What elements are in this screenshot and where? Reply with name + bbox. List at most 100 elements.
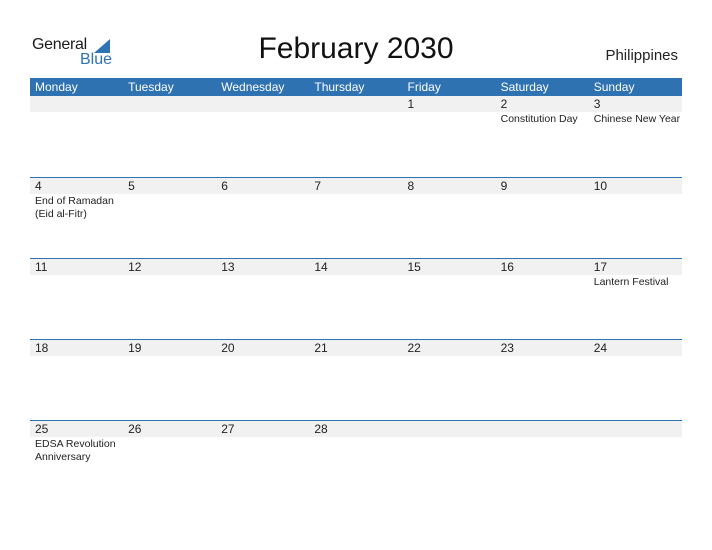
day-number: 27 — [221, 422, 235, 436]
day-cell: 1 — [403, 96, 496, 126]
day-cell — [30, 96, 123, 126]
holiday-label — [594, 356, 682, 357]
day-cell: 22 — [403, 340, 496, 357]
country-label: Philippines — [605, 47, 678, 64]
weeks-container: 1 2 Constitution Day 3 Chinese New Year 4 End … — [30, 96, 682, 501]
day-cell: 3 Chinese New Year — [589, 96, 682, 126]
holiday-label — [408, 275, 496, 276]
week-row: 1 2 Constitution Day 3 Chinese New Year — [30, 96, 682, 177]
day-number: 7 — [314, 179, 322, 193]
week-cells: 4 End of Ramadan (Eid al-Fitr) 5 6 7 8 9 10 — [30, 178, 682, 221]
day-cell: 14 — [309, 259, 402, 289]
day-number: 4 — [35, 179, 42, 193]
day-cell: 12 — [123, 259, 216, 289]
holiday-label — [314, 112, 402, 113]
holiday-label — [501, 194, 589, 195]
holiday-label — [221, 275, 309, 276]
day-cell: 28 — [309, 421, 402, 464]
day-cell: 24 — [589, 340, 682, 357]
day-number: 20 — [221, 341, 235, 355]
holiday-label — [35, 275, 123, 276]
weekday-wednesday: Wednesday — [221, 80, 285, 94]
holiday-label — [221, 194, 309, 195]
week-row: 11 12 13 14 15 16 17 Lantern Festival — [30, 258, 682, 339]
holiday-label — [314, 275, 402, 276]
day-cell: 16 — [496, 259, 589, 289]
day-cell: 5 — [123, 178, 216, 221]
day-number: 8 — [407, 179, 415, 193]
day-number: 28 — [314, 422, 328, 436]
holiday-label: End of Ramadan (Eid al-Fitr) — [35, 195, 114, 220]
holiday-label: EDSA Revolution Anniversary — [35, 438, 116, 463]
day-number: 12 — [128, 260, 142, 274]
holiday-label: Lantern Festival — [593, 276, 669, 288]
holiday-label — [128, 437, 216, 438]
day-cell: 15 — [403, 259, 496, 289]
holiday-label — [408, 112, 496, 113]
day-number: 23 — [500, 341, 514, 355]
day-cell — [123, 96, 216, 126]
day-cell: 11 — [30, 259, 123, 289]
holiday-label — [221, 112, 309, 113]
weekday-sunday: Sunday — [593, 80, 635, 94]
day-number: 16 — [500, 260, 514, 274]
day-cell — [309, 96, 402, 126]
day-cell: 7 — [309, 178, 402, 221]
day-number: 15 — [407, 260, 421, 274]
day-number: 11 — [35, 260, 48, 274]
day-number — [408, 421, 496, 437]
holiday-label — [501, 437, 589, 438]
week-row: 18 19 20 21 22 23 24 — [30, 339, 682, 420]
day-cell: 21 — [309, 340, 402, 357]
day-cell: 20 — [216, 340, 309, 357]
week-row: 4 End of Ramadan (Eid al-Fitr) 5 6 7 8 9 10 — [30, 177, 682, 258]
holiday-label — [314, 194, 402, 195]
day-cell: 4 End of Ramadan (Eid al-Fitr) — [30, 178, 123, 221]
weekday-saturday: Saturday — [500, 80, 549, 94]
weekday-tuesday: Tuesday — [128, 80, 174, 94]
day-cell: 23 — [496, 340, 589, 357]
holiday-label — [501, 356, 589, 357]
day-number: 5 — [128, 179, 135, 193]
week-cells: 25 EDSA Revolution Anniversary 26 27 28 — [30, 421, 682, 464]
day-number — [35, 96, 123, 112]
week-cells: 1 2 Constitution Day 3 Chinese New Year — [30, 96, 682, 126]
week-row: 25 EDSA Revolution Anniversary 26 27 28 — [30, 420, 682, 501]
day-number: 10 — [593, 179, 608, 193]
calendar-grid: Monday Tuesday Wednesday Thursday Friday… — [30, 78, 682, 501]
holiday-label — [594, 194, 682, 195]
holiday-label — [314, 437, 402, 438]
day-number: 24 — [593, 341, 608, 355]
day-cell: 13 — [216, 259, 309, 289]
day-number: 21 — [314, 341, 328, 355]
holiday-label — [408, 437, 496, 438]
holiday-label — [408, 356, 496, 357]
week-cells: 18 19 20 21 22 23 24 — [30, 340, 682, 357]
day-number: 25 — [35, 422, 49, 436]
holiday-label — [408, 194, 496, 195]
day-cell — [496, 421, 589, 464]
day-cell: 9 — [496, 178, 589, 221]
day-number: 18 — [35, 341, 49, 355]
day-cell: 18 — [30, 340, 123, 357]
weekday-monday: Monday — [35, 80, 78, 94]
day-number: 6 — [221, 179, 228, 193]
holiday-label — [128, 275, 216, 276]
weekday-friday: Friday — [407, 80, 441, 94]
weekday-thursday: Thursday — [314, 80, 365, 94]
week-cells: 11 12 13 14 15 16 17 Lantern Festival — [30, 259, 682, 289]
day-number: 9 — [500, 179, 508, 193]
day-number: 22 — [407, 341, 421, 355]
day-number: 17 — [593, 260, 608, 274]
holiday-label — [314, 356, 402, 357]
day-number: 2 — [500, 97, 508, 111]
day-number: 3 — [593, 97, 601, 111]
day-number: 1 — [407, 97, 415, 111]
holiday-label — [128, 356, 216, 357]
weekday-header: Monday Tuesday Wednesday Thursday Friday… — [30, 78, 682, 96]
holiday-label — [128, 194, 216, 195]
day-number: 14 — [314, 260, 328, 274]
day-cell: 19 — [123, 340, 216, 357]
holiday-label — [501, 275, 589, 276]
day-number: 13 — [221, 260, 235, 274]
